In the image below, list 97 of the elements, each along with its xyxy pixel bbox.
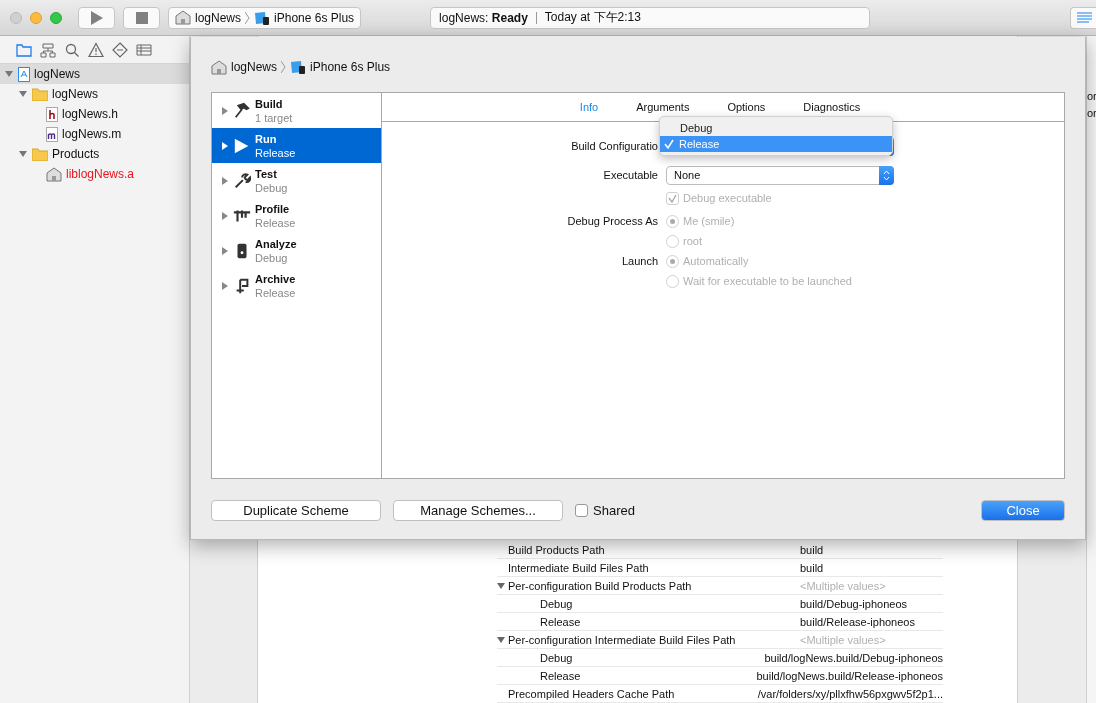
- setting-value: build/Debug-iphoneos: [800, 597, 908, 610]
- tree-item[interactable]: logNews.h: [0, 104, 189, 124]
- executable-popup[interactable]: None: [666, 165, 894, 185]
- shared-checkbox[interactable]: Shared: [575, 503, 635, 518]
- form-label: Launch: [621, 255, 658, 267]
- disclosure-icon[interactable]: [18, 90, 28, 98]
- activity-viewer: logNews: Ready Today at 下午2:13: [430, 6, 871, 29]
- minimize-button[interactable]: [30, 11, 42, 24]
- setting-value: <Multiple values>: [800, 633, 886, 646]
- building-icon: [211, 59, 227, 75]
- folder-icon: [32, 87, 48, 101]
- play-icon: [90, 10, 103, 25]
- scheme-selector[interactable]: logNews iPhone 6s Plus: [168, 6, 362, 29]
- breadcrumb-item[interactable]: iPhone 6s Plus: [310, 60, 391, 74]
- disclosure-icon[interactable]: [497, 635, 508, 644]
- hierarchy-icon: [39, 41, 56, 58]
- run-button[interactable]: [78, 6, 115, 29]
- tree-item[interactable]: logNews: [0, 84, 189, 104]
- radio-label: Wait for executable to be launched: [683, 275, 852, 287]
- radio-label: Automatically: [683, 255, 749, 267]
- library-icon: [46, 166, 62, 182]
- breakpoint-icon: [111, 41, 128, 58]
- setting-value: /var/folders/xy/pllxfhw56pxgwv5f2p1...: [757, 687, 943, 700]
- setting-value: build: [800, 561, 824, 574]
- stop-button[interactable]: [123, 6, 160, 29]
- radio-label: Me (smile): [683, 215, 735, 227]
- setting-name: Release: [540, 669, 581, 682]
- close-button[interactable]: Close: [981, 500, 1065, 521]
- list-icon: [135, 41, 152, 58]
- navigator-tab[interactable]: [111, 41, 128, 58]
- scheme-action[interactable]: Run Release: [212, 128, 381, 163]
- building-icon: [175, 10, 191, 25]
- setting-name: Release: [540, 615, 581, 628]
- setting-name: Build Products Path: [508, 543, 605, 556]
- lines-icon: [1075, 11, 1092, 24]
- setting-value: build: [800, 543, 824, 556]
- tree-item[interactable]: logNews: [0, 64, 189, 84]
- checkmark-icon: [664, 139, 674, 149]
- inspector-text: or: [1087, 107, 1096, 119]
- setting-value: <Multiple values>: [800, 579, 886, 592]
- tab[interactable]: Options: [727, 101, 766, 113]
- project-icon: [18, 66, 30, 82]
- device-icon: [254, 10, 271, 25]
- folder-icon: [15, 41, 32, 58]
- setting-name: Precompiled Headers Cache Path: [508, 687, 675, 700]
- radio-label: root: [683, 235, 702, 247]
- manage-schemes-button[interactable]: Manage Schemes...: [393, 500, 563, 521]
- navigator-tab[interactable]: [87, 41, 104, 58]
- zoom-button[interactable]: [50, 11, 62, 24]
- chevron-icon: [245, 11, 251, 24]
- disclosure-icon[interactable]: [221, 141, 229, 150]
- navigator-tab[interactable]: [135, 41, 152, 58]
- hammer-icon: [233, 101, 251, 120]
- breadcrumb-item[interactable]: logNews: [231, 60, 278, 74]
- disclosure-icon[interactable]: [221, 106, 229, 115]
- setting-name: Debug: [540, 651, 573, 664]
- checkbox-label: Debug executable: [683, 192, 772, 204]
- duplicate-scheme-button[interactable]: Duplicate Scheme: [211, 500, 381, 521]
- wrench-icon: [233, 171, 251, 190]
- tree-item[interactable]: logNews.m: [0, 124, 189, 144]
- tab[interactable]: Arguments: [636, 101, 690, 113]
- stepper-icon: [883, 169, 890, 181]
- tab[interactable]: Diagnostics: [803, 101, 861, 113]
- disclosure-icon[interactable]: [221, 211, 229, 220]
- setting-name: Per-configuration Build Products Path: [508, 579, 692, 592]
- setting-name: Intermediate Build Files Path: [508, 561, 649, 574]
- disclosure-icon[interactable]: [221, 176, 229, 185]
- header-file-icon: [46, 106, 58, 122]
- source-file-icon: [46, 126, 58, 142]
- setting-value: build/logNews.build/Release-iphoneos: [756, 669, 943, 682]
- stop-icon: [135, 11, 148, 24]
- setting-value: build/Release-iphoneos: [800, 615, 915, 628]
- form-label: Debug Process As: [567, 215, 658, 227]
- chevron-icon: [281, 61, 287, 73]
- warning-icon: [87, 41, 104, 58]
- disclosure-icon[interactable]: [221, 281, 229, 290]
- menu-item[interactable]: Debug: [660, 120, 892, 136]
- setting-name: Debug: [540, 597, 573, 610]
- tab[interactable]: Info: [579, 101, 599, 113]
- navigator-tab[interactable]: [15, 41, 32, 58]
- form-label: Executable: [603, 169, 658, 181]
- navigator-tab[interactable]: [39, 41, 56, 58]
- editor-toggle-button[interactable]: [1070, 6, 1096, 29]
- search-icon: [63, 41, 80, 58]
- disclosure-icon[interactable]: [497, 581, 508, 590]
- navigator-tab[interactable]: [63, 41, 80, 58]
- tree-item[interactable]: liblogNews.a: [0, 164, 189, 184]
- disclosure-icon[interactable]: [4, 70, 14, 78]
- inspector-text: or: [1087, 90, 1096, 102]
- setting-name: Per-configuration Intermediate Build Files Path: [508, 633, 736, 646]
- disclosure-icon[interactable]: [18, 150, 28, 158]
- tree-item[interactable]: Products: [0, 144, 189, 164]
- device-icon: [290, 60, 307, 74]
- disclosure-icon[interactable]: [221, 246, 229, 255]
- setting-value: build/logNews.build/Debug-iphoneos: [764, 651, 943, 664]
- form-label: Build Configuratio: [571, 140, 658, 152]
- folder-icon: [32, 147, 48, 161]
